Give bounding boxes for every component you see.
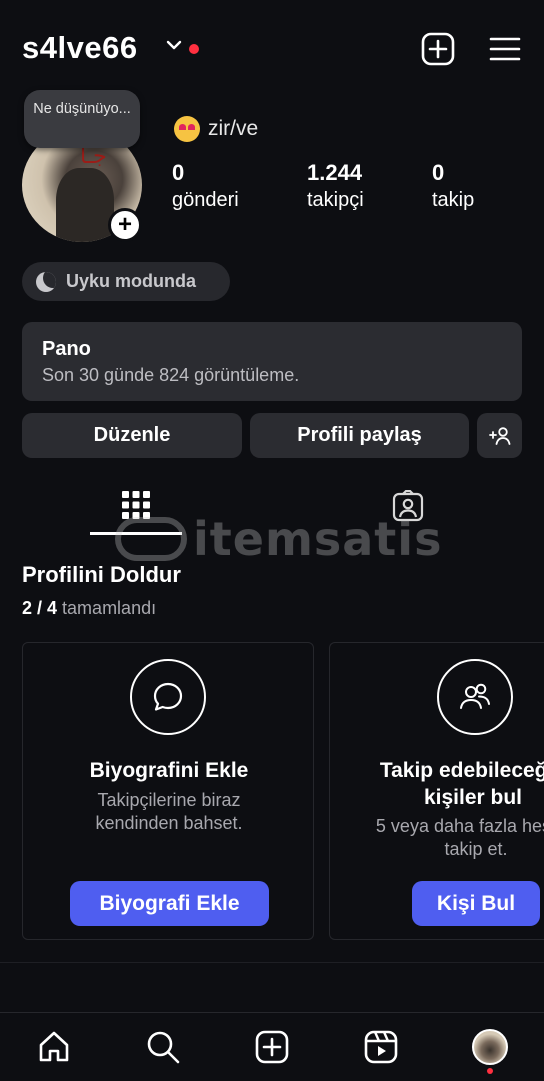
search-icon[interactable] [143,1027,183,1067]
display-name-text: zir/ve [208,117,259,140]
bio-card-desc-line1: Takipçilerine biraz [97,790,241,810]
dashboard-card[interactable]: Pano Son 30 günde 824 görüntüleme. [22,322,522,401]
profile-avatar-small [472,1029,508,1065]
stat-followers-label: takipçi [307,189,364,211]
note-bubble[interactable]: Ne düşünüyo... [24,90,140,148]
people-icon [437,659,513,735]
watermark: itemsatis [115,512,442,566]
moon-icon [36,271,56,292]
find-people-title-line1: Takip edebileceğin [379,759,544,782]
find-people-card: Takip edebileceğin kişiler bul 5 veya da… [329,642,544,940]
home-icon[interactable] [34,1027,74,1067]
watermark-logo-icon [115,517,187,561]
heart-eyes-cat-emoji-icon [174,116,200,142]
progress-label: tamamlandı [62,598,157,618]
progress-count: 2 / 4 [22,598,58,618]
add-person-icon [488,426,510,445]
stat-following-value: 0 [432,160,445,185]
stat-posts-label: gönderi [172,189,239,211]
bio-card-desc-line2: kendinden bahset. [95,813,243,833]
profile-tab[interactable] [470,1027,510,1067]
menu-icon[interactable] [489,36,521,67]
share-profile-button[interactable]: Profili paylaş [250,413,469,458]
find-people-desc-line2: takip et. [444,839,508,859]
add-bio-button[interactable]: Biyografi Ekle [70,881,269,926]
display-name: zir/ve [174,116,258,142]
stat-followers[interactable]: 1.244 takipçi [307,160,364,212]
create-icon[interactable] [252,1027,292,1067]
dashboard-title: Pano [42,338,91,360]
edit-profile-button[interactable]: Düzenle [22,413,242,458]
find-people-title-line2: kişiler bul [423,786,523,809]
notification-dot [189,44,199,54]
bottom-nav [0,1012,544,1081]
plus-square-icon[interactable] [421,32,455,71]
dashboard-subtitle: Son 30 günde 824 görüntüleme. [42,365,300,385]
chevron-down-icon[interactable] [165,38,183,57]
reels-icon[interactable] [361,1027,401,1067]
stat-followers-value: 1.244 [307,160,363,185]
status-pill[interactable]: Uyku modunda [22,262,230,301]
stat-posts-value: 0 [172,160,185,185]
complete-profile-progress: 2 / 4 tamamlandı [22,598,156,619]
watermark-text: itemsatis [193,512,443,566]
stat-following[interactable]: 0 takip [432,160,474,212]
find-people-button[interactable]: Kişi Bul [412,881,540,926]
complete-profile-title: Profilini Doldur [22,562,181,587]
avatar-figure [56,168,114,242]
add-story-button[interactable]: + [108,208,142,242]
bio-card-title: Biyografini Ekle [89,759,249,782]
section-divider [0,962,544,963]
stat-posts[interactable]: 0 gönderi [172,160,239,212]
username-title[interactable]: s4lve66 [22,30,138,66]
speech-bubble-icon [130,659,206,735]
add-person-button[interactable] [477,413,522,458]
stat-following-label: takip [432,189,475,211]
bio-card: Biyografini Ekle Takipçilerine biraz ken… [22,642,314,940]
status-pill-label: Uyku modunda [66,271,197,291]
find-people-desc-line1: 5 veya daha fazla hesabı [375,816,544,836]
profile-notification-dot [487,1068,493,1074]
